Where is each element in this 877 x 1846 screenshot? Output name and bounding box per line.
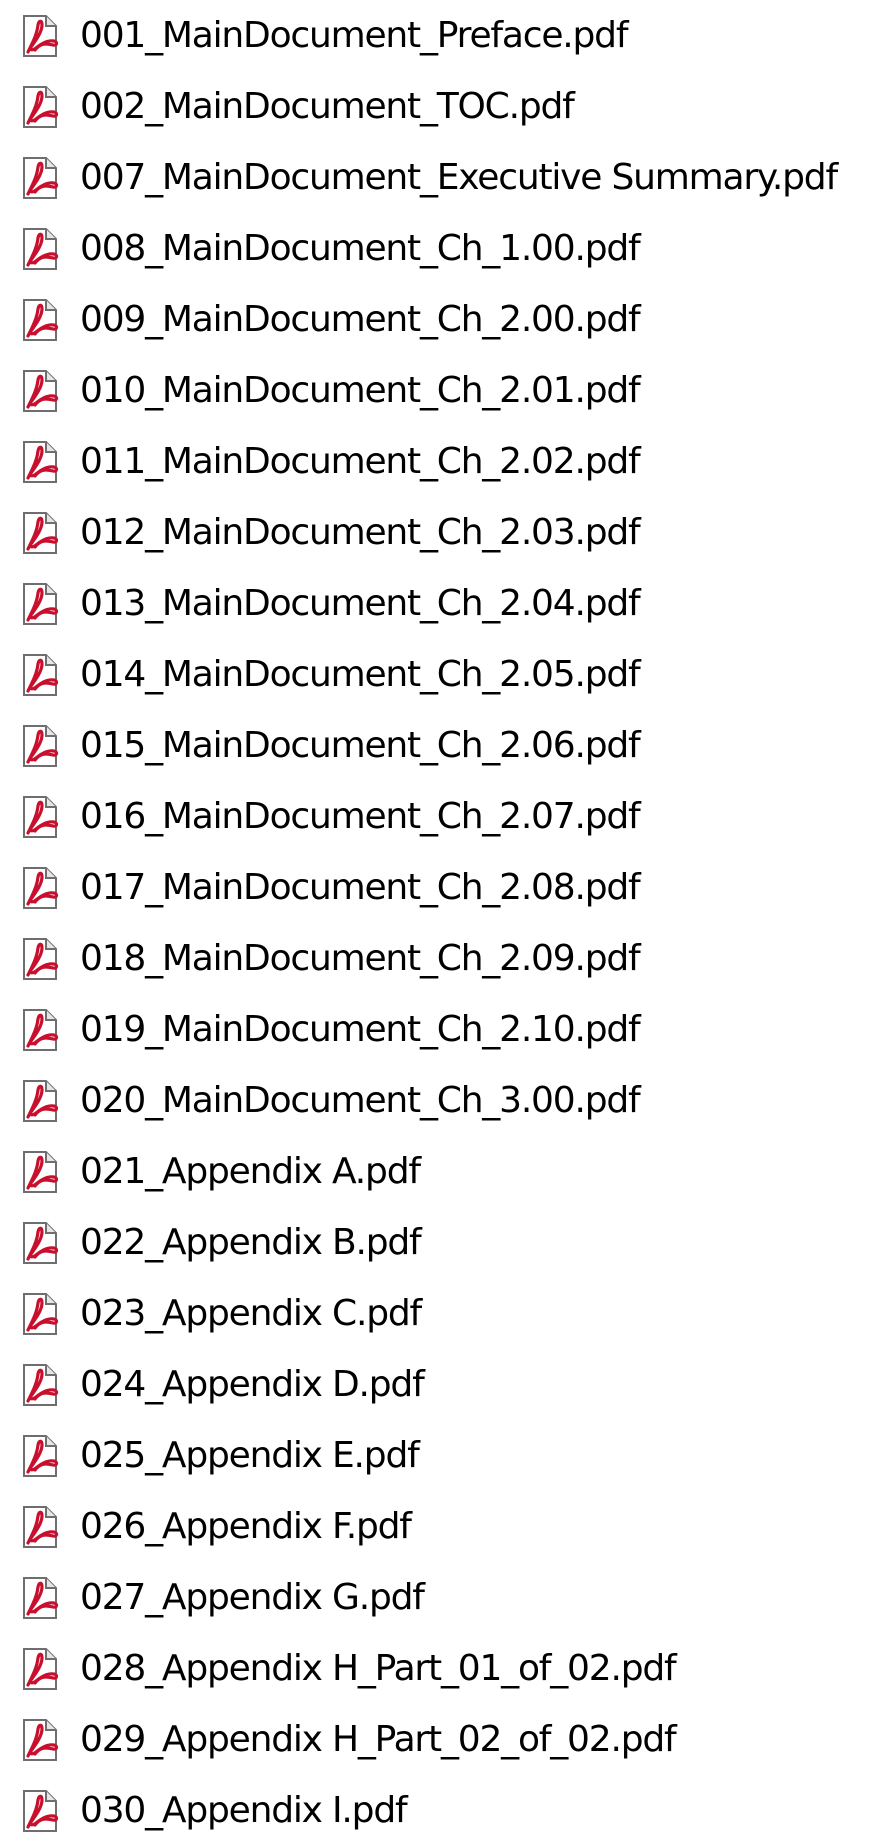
file-name: 023_Appendix C.pdf [80,1293,422,1334]
file-name: 022_Appendix B.pdf [80,1222,422,1263]
pdf-file-icon [14,365,66,417]
pdf-file-icon [14,152,66,204]
pdf-file-icon [14,223,66,275]
file-name: 010_MainDocument_Ch_2.01.pdf [80,370,641,411]
file-item[interactable]: 008_MainDocument_Ch_1.00.pdf [0,213,877,284]
pdf-file-icon [14,933,66,985]
pdf-file-icon [14,578,66,630]
pdf-file-icon [14,81,66,133]
pdf-file-icon [14,1146,66,1198]
file-item[interactable]: 001_MainDocument_Preface.pdf [0,0,877,71]
file-item[interactable]: 029_Appendix H_Part_02_of_02.pdf [0,1704,877,1775]
file-name: 028_Appendix H_Part_01_of_02.pdf [80,1648,677,1689]
file-name: 009_MainDocument_Ch_2.00.pdf [80,299,641,340]
pdf-file-icon [14,1217,66,1269]
file-name: 001_MainDocument_Preface.pdf [80,15,628,56]
file-name: 030_Appendix I.pdf [80,1790,408,1831]
file-item[interactable]: 021_Appendix A.pdf [0,1136,877,1207]
file-item[interactable]: 002_MainDocument_TOC.pdf [0,71,877,142]
pdf-file-icon [14,507,66,559]
pdf-file-icon [14,1075,66,1127]
pdf-file-icon [14,1359,66,1411]
pdf-file-icon [14,791,66,843]
file-item[interactable]: 012_MainDocument_Ch_2.03.pdf [0,497,877,568]
file-item[interactable]: 025_Appendix E.pdf [0,1420,877,1491]
file-name: 007_MainDocument_Executive Summary.pdf [80,157,838,198]
file-name: 025_Appendix E.pdf [80,1435,420,1476]
file-name: 026_Appendix F.pdf [80,1506,412,1547]
file-name: 011_MainDocument_Ch_2.02.pdf [80,441,641,482]
file-name: 020_MainDocument_Ch_3.00.pdf [80,1080,641,1121]
file-name: 024_Appendix D.pdf [80,1364,425,1405]
file-item[interactable]: 020_MainDocument_Ch_3.00.pdf [0,1065,877,1136]
file-item[interactable]: 027_Appendix G.pdf [0,1562,877,1633]
pdf-file-icon [14,1785,66,1837]
file-item[interactable]: 023_Appendix C.pdf [0,1278,877,1349]
pdf-file-icon [14,10,66,62]
file-name: 016_MainDocument_Ch_2.07.pdf [80,796,641,837]
file-item[interactable]: 007_MainDocument_Executive Summary.pdf [0,142,877,213]
file-name: 017_MainDocument_Ch_2.08.pdf [80,867,641,908]
file-item[interactable]: 013_MainDocument_Ch_2.04.pdf [0,568,877,639]
file-item[interactable]: 018_MainDocument_Ch_2.09.pdf [0,923,877,994]
file-name: 027_Appendix G.pdf [80,1577,425,1618]
pdf-file-icon [14,1288,66,1340]
file-item[interactable]: 028_Appendix H_Part_01_of_02.pdf [0,1633,877,1704]
file-name: 008_MainDocument_Ch_1.00.pdf [80,228,641,269]
file-name: 014_MainDocument_Ch_2.05.pdf [80,654,641,695]
pdf-file-icon [14,436,66,488]
pdf-file-icon [14,862,66,914]
file-item[interactable]: 010_MainDocument_Ch_2.01.pdf [0,355,877,426]
file-item[interactable]: 024_Appendix D.pdf [0,1349,877,1420]
pdf-file-icon [14,1572,66,1624]
file-item[interactable]: 030_Appendix I.pdf [0,1775,877,1846]
file-list: 001_MainDocument_Preface.pdf 002_MainDoc… [0,0,877,1835]
pdf-file-icon [14,720,66,772]
file-item[interactable]: 015_MainDocument_Ch_2.06.pdf [0,710,877,781]
pdf-file-icon [14,649,66,701]
file-name: 029_Appendix H_Part_02_of_02.pdf [80,1719,677,1760]
file-item[interactable]: 014_MainDocument_Ch_2.05.pdf [0,639,877,710]
pdf-file-icon [14,1430,66,1482]
file-name: 002_MainDocument_TOC.pdf [80,86,575,127]
pdf-file-icon [14,1004,66,1056]
pdf-file-icon [14,1714,66,1766]
file-item[interactable]: 009_MainDocument_Ch_2.00.pdf [0,284,877,355]
file-name: 013_MainDocument_Ch_2.04.pdf [80,583,641,624]
file-item[interactable]: 017_MainDocument_Ch_2.08.pdf [0,852,877,923]
pdf-file-icon [14,1643,66,1695]
file-name: 021_Appendix A.pdf [80,1151,421,1192]
pdf-file-icon [14,1501,66,1553]
file-item[interactable]: 016_MainDocument_Ch_2.07.pdf [0,781,877,852]
file-item[interactable]: 019_MainDocument_Ch_2.10.pdf [0,994,877,1065]
file-name: 018_MainDocument_Ch_2.09.pdf [80,938,641,979]
file-item[interactable]: 026_Appendix F.pdf [0,1491,877,1562]
file-name: 012_MainDocument_Ch_2.03.pdf [80,512,641,553]
pdf-file-icon [14,294,66,346]
file-name: 015_MainDocument_Ch_2.06.pdf [80,725,641,766]
file-name: 019_MainDocument_Ch_2.10.pdf [80,1009,641,1050]
file-item[interactable]: 022_Appendix B.pdf [0,1207,877,1278]
file-item[interactable]: 011_MainDocument_Ch_2.02.pdf [0,426,877,497]
